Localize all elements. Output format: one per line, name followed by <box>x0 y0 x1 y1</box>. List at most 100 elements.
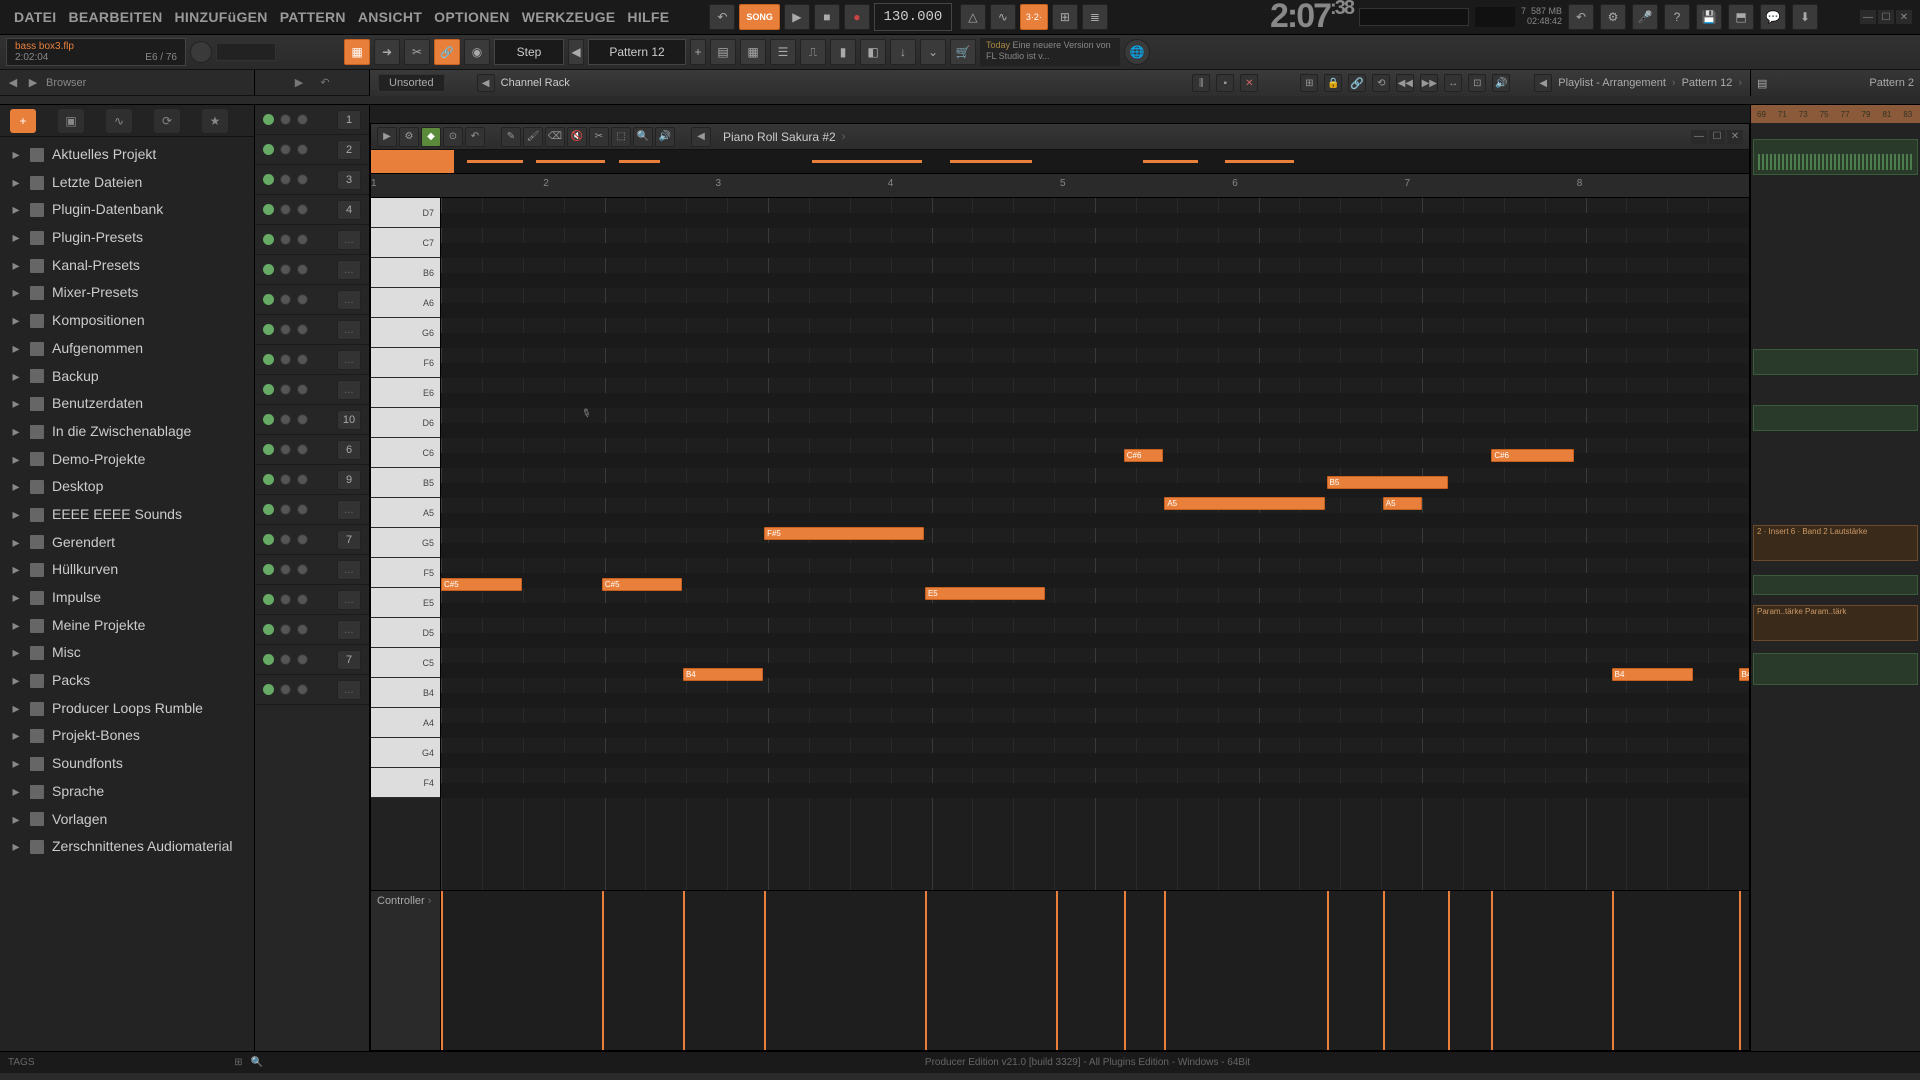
pr-zoom-tool[interactable]: 🔍 <box>633 127 653 147</box>
channel-vol-knob[interactable] <box>297 474 308 485</box>
pr-tools-icon[interactable] <box>399 127 419 147</box>
piano-key[interactable]: F4 <box>371 768 440 798</box>
channel-mute-led[interactable] <box>263 654 274 665</box>
playlist-body[interactable]: 697173757779818385878991 2 · Insert 6 · … <box>1751 105 1920 1051</box>
midi-note[interactable]: A5 <box>1164 497 1325 510</box>
overview-selection[interactable] <box>371 150 454 173</box>
channel-vol-knob[interactable] <box>297 204 308 215</box>
channel-vol-knob[interactable] <box>297 564 308 575</box>
channel-mute-led[interactable] <box>263 264 274 275</box>
close-all-button[interactable]: ⌄ <box>920 39 946 65</box>
channelrack-sort[interactable]: Unsorted <box>378 74 445 92</box>
channel-row[interactable]: ... <box>255 675 369 705</box>
tree-item[interactable]: ▸Benutzerdaten <box>0 390 254 418</box>
channel-vol-knob[interactable] <box>297 144 308 155</box>
tree-item[interactable]: ▸Demo-Projekte <box>0 446 254 474</box>
midi-note[interactable]: C#5 <box>441 578 522 591</box>
channel-mute-led[interactable] <box>263 174 274 185</box>
tree-item[interactable]: ▸Aktuelles Projekt <box>0 141 254 169</box>
playlist-clip[interactable]: 2 · Insert 6 · Band 2 Lautstärke <box>1753 525 1918 561</box>
picker-pattern-label[interactable]: Pattern 2 <box>1869 77 1914 89</box>
piano-key[interactable]: C5 <box>371 648 440 678</box>
pianoroll-overview[interactable] <box>371 150 1749 174</box>
tree-item[interactable]: ▸Impulse <box>0 584 254 612</box>
tree-item[interactable]: ▸Projekt-Bones <box>0 722 254 750</box>
pl-link-icon[interactable] <box>1348 74 1366 92</box>
tree-item[interactable]: ▸In die Zwischenablage <box>0 418 254 446</box>
ch-undo-icon[interactable] <box>317 75 333 91</box>
channel-vol-knob[interactable] <box>297 594 308 605</box>
tree-item[interactable]: ▸Vorlagen <box>0 806 254 834</box>
channel-mute-led[interactable] <box>263 474 274 485</box>
menu-view[interactable]: ANSICHT <box>352 9 428 25</box>
pattern-prev[interactable] <box>568 39 584 65</box>
main-vol-knob[interactable] <box>190 41 212 63</box>
velocity-bar[interactable] <box>1383 891 1385 1050</box>
channel-row[interactable]: ... <box>255 225 369 255</box>
pl-tool6[interactable]: 🔊 <box>1492 74 1510 92</box>
main-pitch-slider[interactable] <box>216 43 276 61</box>
midi-note[interactable]: C#5 <box>602 578 682 591</box>
velocity-editor[interactable] <box>441 891 1749 1050</box>
piano-keys[interactable]: D7C7B6A6G6F6E6D6C6B5A5G5F5E5D5C5B4A4G4F4 <box>371 198 441 890</box>
cr-graph-icon[interactable]: ⫼ <box>1192 74 1210 92</box>
step-edit-button[interactable] <box>1052 4 1078 30</box>
playlist-clip[interactable]: Param..tärke Param..tärk <box>1753 605 1918 641</box>
tree-item[interactable]: ▸Letzte Dateien <box>0 169 254 197</box>
channel-vol-knob[interactable] <box>297 114 308 125</box>
channel-vol-knob[interactable] <box>297 684 308 695</box>
expand-icon[interactable]: ▸ <box>10 227 22 249</box>
midi-note[interactable]: C#6 <box>1491 449 1573 462</box>
pl-tool4[interactable]: ↔ <box>1444 74 1462 92</box>
expand-icon[interactable]: ▸ <box>10 587 22 609</box>
channel-row[interactable]: ... <box>255 255 369 285</box>
channel-pan-knob[interactable] <box>280 144 291 155</box>
channel-pan-knob[interactable] <box>280 114 291 125</box>
menu-add[interactable]: HINZUFüGEN <box>168 9 273 25</box>
channel-pan-knob[interactable] <box>280 654 291 665</box>
pl-lock-icon[interactable]: 🔒 <box>1324 74 1342 92</box>
expand-icon[interactable]: ▸ <box>10 615 22 637</box>
channel-row[interactable]: 6 <box>255 435 369 465</box>
channel-vol-knob[interactable] <box>297 294 308 305</box>
channel-vol-knob[interactable] <box>297 534 308 545</box>
channel-number[interactable]: 9 <box>337 470 361 490</box>
pr-slice-tool[interactable] <box>589 127 609 147</box>
view-channelrack-button[interactable]: ☰ <box>770 39 796 65</box>
pl-tool5[interactable]: ⊡ <box>1468 74 1486 92</box>
pianoroll-ruler[interactable]: 12345678 <box>371 174 1749 198</box>
undo-history-button[interactable] <box>1568 4 1594 30</box>
tags-search-icon[interactable] <box>251 1057 263 1068</box>
channel-pan-knob[interactable] <box>280 624 291 635</box>
view-pianoroll-button[interactable]: ▦ <box>740 39 766 65</box>
tempo-tap-button[interactable]: ↓ <box>890 39 916 65</box>
channel-pan-knob[interactable] <box>280 294 291 305</box>
browser-back-icon[interactable] <box>6 76 20 90</box>
expand-icon[interactable]: ▸ <box>10 144 22 166</box>
piano-key[interactable]: G6 <box>371 318 440 348</box>
expand-icon[interactable]: ▸ <box>10 282 22 304</box>
velocity-bar[interactable] <box>602 891 604 1050</box>
channel-row[interactable]: 10 <box>255 405 369 435</box>
channel-mute-led[interactable] <box>263 594 274 605</box>
channel-mute-led[interactable] <box>263 504 274 515</box>
channel-vol-knob[interactable] <box>297 264 308 275</box>
tree-item[interactable]: ▸Desktop <box>0 473 254 501</box>
piano-key[interactable]: A4 <box>371 708 440 738</box>
expand-icon[interactable]: ▸ <box>10 781 22 803</box>
velocity-bar[interactable] <box>925 891 927 1050</box>
channel-vol-knob[interactable] <box>297 174 308 185</box>
tree-item[interactable]: ▸Gerendert <box>0 529 254 557</box>
feedback-button[interactable]: 💬 <box>1760 4 1786 30</box>
midi-note[interactable]: A5 <box>1383 497 1422 510</box>
tree-item[interactable]: ▸Kanal-Presets <box>0 252 254 280</box>
render-button[interactable]: ⬒ <box>1728 4 1754 30</box>
midi-note[interactable]: F#5 <box>764 527 924 540</box>
channel-number[interactable]: ... <box>337 260 361 280</box>
pianoroll-grid[interactable]: ✎ C#5C#5B4F#5E5C#6A5B5A5C#6B4B4B4 <box>441 198 1749 890</box>
tempo-display[interactable]: 130.000 <box>874 3 952 31</box>
pattern-selector[interactable]: Pattern 12 <box>588 39 686 65</box>
piano-key[interactable]: A6 <box>371 288 440 318</box>
channel-number[interactable]: ... <box>337 560 361 580</box>
piano-key[interactable]: G5 <box>371 528 440 558</box>
